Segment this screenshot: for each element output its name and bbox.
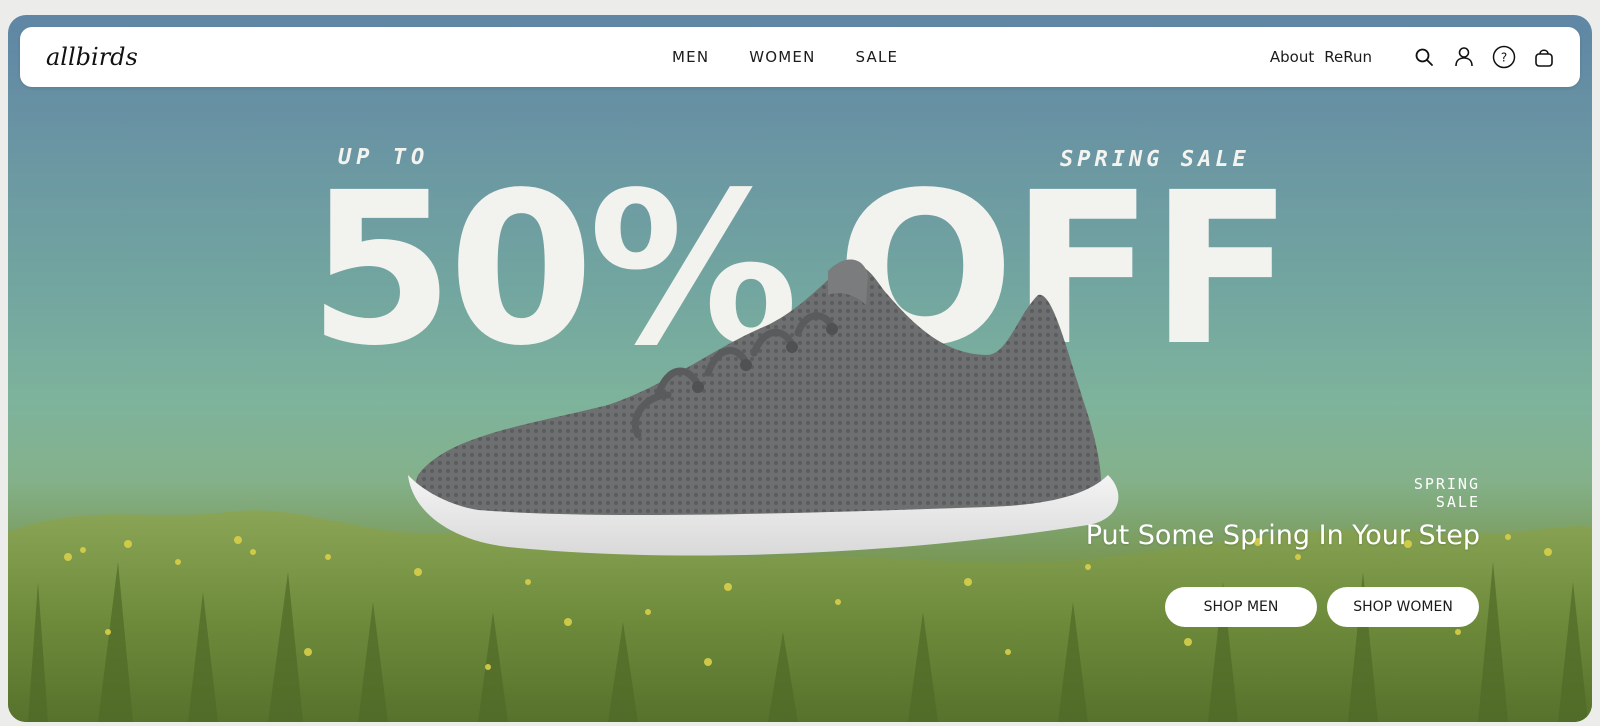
main-menu: MEN WOMEN SALE	[672, 27, 898, 87]
nav-link-about[interactable]: About	[1270, 48, 1314, 66]
help-icon[interactable]: ?	[1492, 45, 1516, 69]
hero-banner: UP TO SPRING SALE 50% OFF SPRING SALE Pu…	[8, 15, 1592, 722]
nav-link-men[interactable]: MEN	[672, 48, 709, 66]
svg-text:allbirds: allbirds	[46, 43, 138, 71]
cart-icon[interactable]	[1532, 45, 1556, 69]
shop-women-button[interactable]: SHOP WOMEN	[1327, 587, 1479, 627]
nav-link-women[interactable]: WOMEN	[749, 48, 815, 66]
nav-link-rerun[interactable]: ReRun	[1324, 48, 1372, 66]
allbirds-logo[interactable]: allbirds	[44, 37, 150, 77]
shop-men-button[interactable]: SHOP MEN	[1165, 587, 1317, 627]
top-navigation: allbirds MEN WOMEN SALE About ReRun ?	[20, 27, 1580, 87]
nav-link-sale[interactable]: SALE	[856, 48, 899, 66]
search-icon[interactable]	[1412, 45, 1436, 69]
promo-headline: Put Some Spring In Your Step	[1085, 520, 1480, 551]
account-icon[interactable]	[1452, 45, 1476, 69]
svg-text:?: ?	[1501, 51, 1507, 65]
promo-tag: SPRING SALE	[1413, 475, 1480, 511]
utility-menu: About ReRun ?	[1270, 27, 1556, 87]
